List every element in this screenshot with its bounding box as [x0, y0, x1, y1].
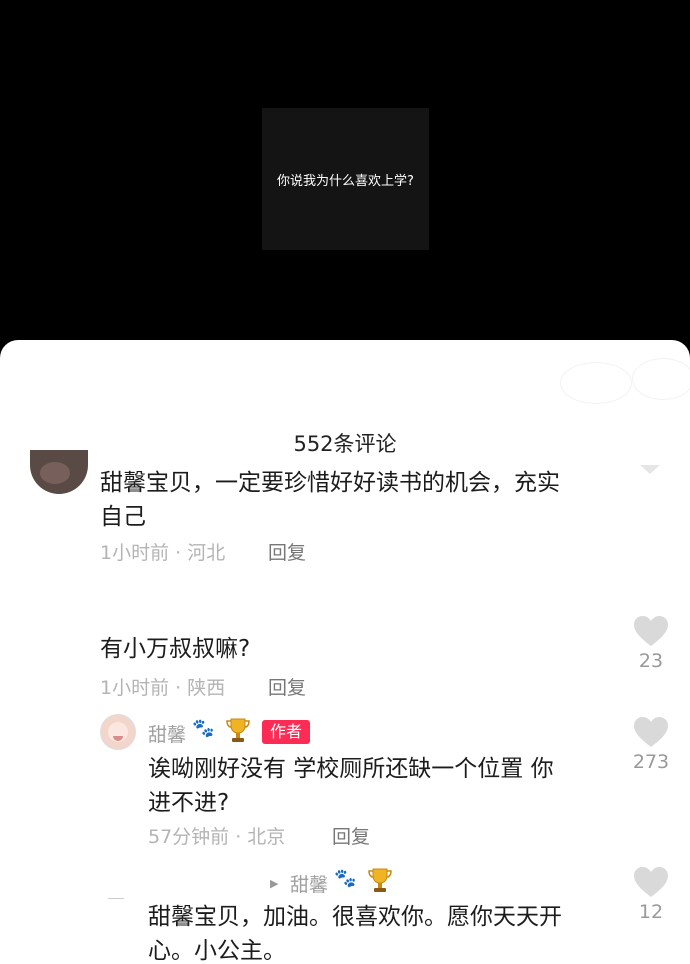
reply-arrow-icon: ▶ — [270, 877, 279, 890]
reply-button[interactable]: 回复 — [268, 673, 306, 700]
video-area[interactable]: 你说我为什么喜欢上学? — [0, 0, 690, 360]
comment-text: 有小万叔叔嘛? — [100, 636, 251, 662]
avatar[interactable] — [100, 714, 136, 750]
video-thumbnail[interactable]: 你说我为什么喜欢上学? — [262, 108, 429, 250]
heart-icon[interactable] — [633, 615, 669, 647]
username[interactable]: 甜馨 — [148, 720, 186, 747]
comment-text: 甜馨宝贝，一定要珍惜好好读书的机会，充实 自己 — [100, 470, 560, 530]
trophy-icon — [226, 718, 250, 742]
reply-to-username[interactable]: 甜馨 — [290, 870, 328, 897]
comment-text: 诶呦刚好没有 学校厕所还缺一个位置 你 进不进? — [148, 756, 554, 816]
like-count: 12 — [638, 901, 664, 923]
comment-meta: 1小时前 · 河北 — [100, 542, 226, 564]
trophy-icon — [368, 868, 392, 892]
comment-text: 甜馨宝贝，加油。很喜欢你。愿你天天开 心。小公主。 — [148, 904, 562, 964]
comment-count: 552条评论 — [293, 432, 397, 456]
author-badge: 作者 — [262, 720, 310, 744]
reply-button[interactable]: 回复 — [332, 822, 370, 849]
decorative-shape — [560, 362, 632, 404]
paw-icon: 🐾 — [334, 868, 357, 889]
chevron-down-icon[interactable] — [640, 465, 660, 474]
decorative-shape — [632, 358, 690, 400]
paw-icon: 🐾 — [192, 718, 215, 739]
video-caption: 你说我为什么喜欢上学? — [277, 173, 414, 189]
comments-sheet: 552条评论 甜馨宝贝，一定要珍惜好好读书的机会，充实 自己 1小时前 · 河北… — [0, 340, 690, 964]
comment-meta: 1小时前 · 陕西 — [100, 677, 226, 699]
reply-button[interactable]: 回复 — [268, 538, 306, 565]
heart-icon[interactable] — [633, 866, 669, 898]
like-count: 273 — [632, 751, 670, 773]
like-count: 23 — [638, 650, 664, 672]
divider — [108, 898, 124, 899]
comment-meta: 57分钟前 · 北京 — [148, 826, 286, 848]
avatar[interactable] — [30, 450, 88, 494]
heart-icon[interactable] — [633, 716, 669, 748]
